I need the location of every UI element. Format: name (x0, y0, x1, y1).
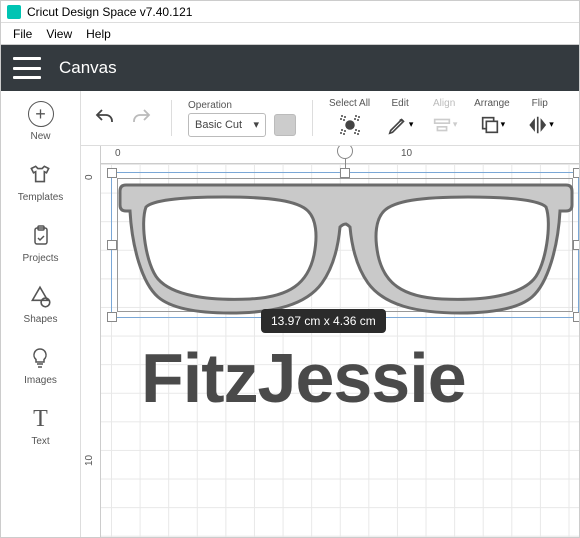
ruler-tick: 10 (84, 455, 95, 466)
canvas-text-object[interactable]: FitzJessie (141, 338, 466, 418)
arrange-icon: ▾ (478, 111, 506, 139)
operation-label: Operation (188, 100, 232, 111)
select-all-group[interactable]: Select All (329, 98, 370, 139)
resize-handle[interactable] (573, 168, 579, 178)
sidebar-item-label: Templates (18, 192, 64, 203)
sidebar-item-new[interactable]: + New (28, 101, 54, 142)
vertical-ruler: 0 10 (81, 146, 101, 537)
select-all-label: Select All (329, 98, 370, 109)
menu-help[interactable]: Help (86, 27, 111, 41)
resize-handle[interactable] (107, 240, 117, 250)
page-title: Canvas (59, 58, 117, 78)
tshirt-icon (27, 162, 53, 188)
chevron-down-icon: ▾ (253, 118, 259, 131)
sidebar-item-label: Projects (22, 253, 58, 264)
ruler-tick: 10 (401, 148, 412, 159)
align-icon: ▾ (430, 111, 458, 139)
lightbulb-icon (27, 345, 53, 371)
sidebar-item-projects[interactable]: Projects (22, 223, 58, 264)
plus-circle-icon: + (28, 101, 54, 127)
arrange-label: Arrange (474, 98, 510, 109)
menu-view[interactable]: View (46, 27, 72, 41)
align-label: Align (433, 98, 455, 109)
edit-label: Edit (392, 98, 409, 109)
pencil-icon: ▾ (386, 111, 414, 139)
undo-button[interactable] (91, 104, 119, 132)
canvas-wrap: 0 10 0 10 (81, 146, 579, 537)
color-swatch[interactable] (274, 114, 296, 136)
select-all-icon (336, 111, 364, 139)
toolbar: Operation Basic Cut ▾ Select All Edit (81, 91, 579, 146)
align-group: Align ▾ (430, 98, 458, 139)
selection-box[interactable] (111, 172, 579, 318)
divider (171, 100, 172, 136)
app-logo-icon (7, 5, 21, 19)
resize-handle[interactable] (107, 168, 117, 178)
redo-button[interactable] (127, 104, 155, 132)
divider (312, 100, 313, 136)
menu-bar: File View Help (1, 23, 579, 45)
glasses-object[interactable] (116, 177, 576, 315)
flip-group[interactable]: Flip ▾ (526, 98, 554, 139)
resize-handle[interactable] (573, 312, 579, 322)
title-bar: Cricut Design Space v7.40.121 (1, 1, 579, 23)
edit-group[interactable]: Edit ▾ (386, 98, 414, 139)
hamburger-menu-icon[interactable] (13, 57, 41, 79)
sidebar-item-text[interactable]: T Text (28, 406, 54, 447)
operation-group: Operation Basic Cut ▾ (188, 100, 296, 137)
resize-handle[interactable] (107, 312, 117, 322)
menu-file[interactable]: File (13, 27, 32, 41)
sidebar-item-shapes[interactable]: Shapes (24, 284, 58, 325)
clipboard-icon (28, 223, 54, 249)
sidebar-item-templates[interactable]: Templates (18, 162, 64, 203)
arrange-group[interactable]: Arrange ▾ (474, 98, 510, 139)
sidebar-item-label: New (30, 131, 50, 142)
top-bar: Canvas (1, 45, 579, 91)
shapes-icon (27, 284, 53, 310)
text-icon: T (28, 406, 54, 432)
sidebar-item-label: Shapes (24, 314, 58, 325)
ruler-tick: 0 (84, 174, 95, 180)
resize-handle[interactable] (340, 168, 350, 178)
dimension-badge: 13.97 cm x 4.36 cm (261, 309, 386, 333)
operation-value: Basic Cut (195, 119, 242, 131)
flip-icon: ▾ (526, 111, 554, 139)
flip-label: Flip (532, 98, 548, 109)
sidebar-item-images[interactable]: Images (24, 345, 57, 386)
sidebar-item-label: Images (24, 375, 57, 386)
window-title: Cricut Design Space v7.40.121 (27, 5, 192, 19)
canvas-area[interactable]: 0 10 (101, 146, 579, 537)
resize-handle[interactable] (573, 240, 579, 250)
ruler-tick: 0 (115, 148, 121, 159)
operation-dropdown[interactable]: Basic Cut ▾ (188, 113, 266, 137)
sidebar-item-label: Text (31, 436, 49, 447)
left-sidebar: + New Templates Projects Shapes Images (1, 91, 81, 537)
